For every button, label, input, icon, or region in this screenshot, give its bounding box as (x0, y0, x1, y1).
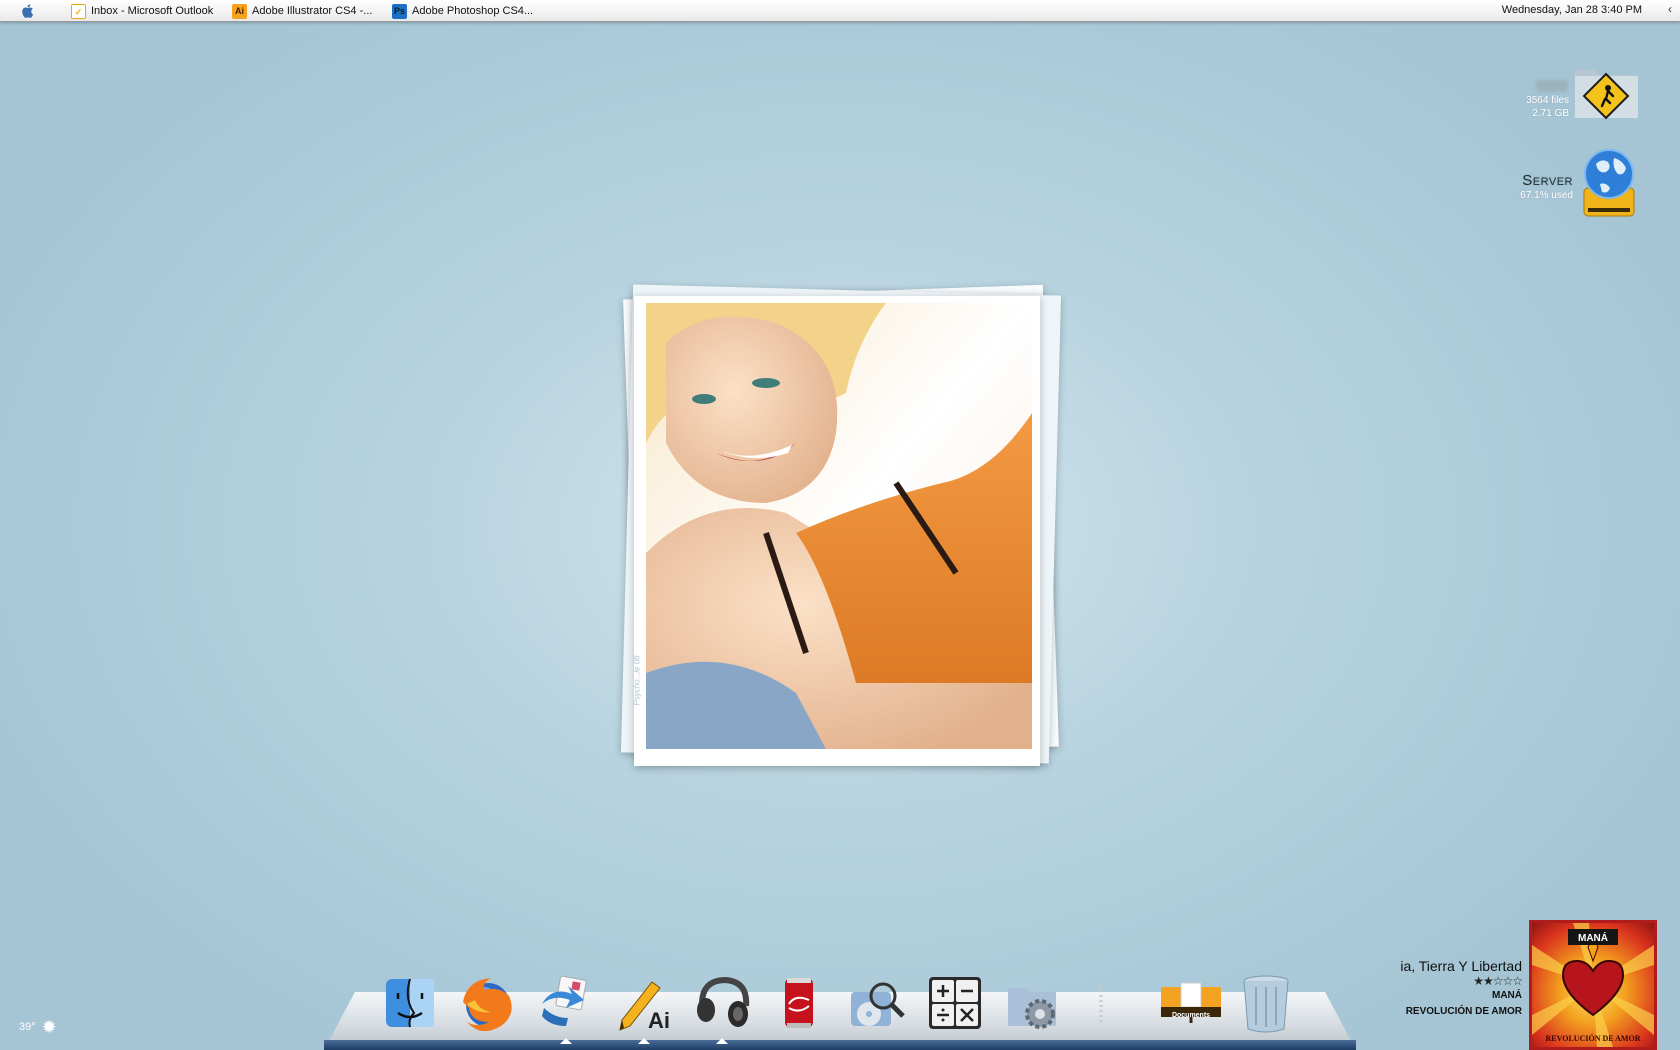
star-empty-icon: ☆☆☆ (1492, 974, 1523, 988)
drive-name-blurred (1536, 80, 1568, 92)
dock-item-finder[interactable] (380, 972, 440, 1034)
public-folder-icon[interactable] (1573, 60, 1641, 124)
portrait-image (646, 303, 1032, 749)
chevron-left-icon[interactable]: ‹ (1668, 2, 1672, 16)
server-usage: 67.1% used (1520, 190, 1573, 201)
coca-cola-can-icon (785, 978, 813, 1028)
documents-label: Documents (1171, 1012, 1211, 1019)
server-name: Server (1522, 172, 1573, 189)
taskbar-item-illustrator[interactable]: Ai Adobe Illustrator CS4 -... (232, 3, 372, 19)
sun-icon: ✹ (41, 1017, 57, 1037)
disk-search-icon (851, 982, 905, 1026)
server-info: Server 67.1% used (1520, 172, 1573, 202)
dock-base (324, 1040, 1356, 1050)
photoshop-icon: Ps (392, 3, 407, 19)
menubar-clock[interactable]: Wednesday, Jan 28 3:40 PM (1502, 4, 1642, 16)
mail-icon (542, 975, 587, 1026)
apple-logo-icon[interactable] (20, 3, 36, 19)
now-playing-album: REVOLUCIÓN DE AMOR (1405, 1006, 1522, 1017)
now-playing-artist: MANÁ (1492, 990, 1522, 1001)
taskbar-item-outlook[interactable]: ✓ Inbox - Microsoft Outlook (71, 3, 213, 19)
drive-size: 2.71 GB (1532, 108, 1569, 119)
now-playing-widget: ia, Tierra Y Libertad ★★☆☆☆ MANÁ REVOLUC… (1400, 958, 1523, 1020)
dock-separator-icon (1099, 985, 1103, 1023)
rating-stars[interactable]: ★★☆☆☆ (1400, 974, 1523, 988)
headphones-icon (697, 976, 750, 1027)
weather-temperature: 39° (19, 1021, 36, 1033)
album-art-subtitle: REVOLUCIÓN DE AMOR (1546, 1033, 1641, 1043)
illustrator-pencil-icon: Ai (619, 981, 670, 1032)
system-preferences-icon (1008, 988, 1056, 1029)
dock-item-trash[interactable] (1236, 972, 1296, 1034)
dock-item-firefox[interactable] (458, 972, 518, 1034)
dock-running-indicator (716, 1038, 728, 1044)
album-art-title: MANÁ (1578, 931, 1608, 944)
dock-item-calculator[interactable] (925, 972, 985, 1034)
dock-running-indicator (638, 1038, 650, 1044)
wallpaper-photo: Psycho...le 08 (632, 296, 1040, 766)
firefox-icon (463, 978, 512, 1032)
wallpaper-signature: Psycho...le 08 (632, 655, 642, 706)
taskbar-item-photoshop[interactable]: Ps Adobe Photoshop CS4... (392, 3, 533, 19)
dock-item-headphones[interactable] (691, 972, 751, 1034)
star-filled-icon: ★★ (1473, 974, 1493, 988)
finder-icon (386, 978, 434, 1028)
drive-file-count: 3564 files (1526, 95, 1569, 106)
dock-item-disk-utility[interactable] (847, 972, 907, 1034)
drive-info: 3564 files 2.71 GB (1526, 94, 1569, 120)
album-art[interactable]: MANÁ REVOLUCIÓN DE AMOR (1529, 920, 1657, 1050)
illustrator-icon: Ai (232, 3, 247, 19)
dock-item-mail[interactable] (535, 972, 595, 1034)
menu-bar: ✓ Inbox - Microsoft Outlook Ai Adobe Ill… (0, 0, 1680, 22)
dock-item-coca-cola[interactable] (769, 972, 829, 1034)
now-playing-song: ia, Tierra Y Libertad (1400, 958, 1522, 974)
dock-item-illustrator[interactable]: Ai (613, 972, 673, 1034)
dock-item-documents[interactable]: Documents (1158, 972, 1224, 1034)
calculator-icon (929, 977, 981, 1029)
dock-item-system-preferences[interactable] (1003, 972, 1063, 1034)
taskbar-item-label: Inbox - Microsoft Outlook (91, 5, 214, 17)
svg-text:Ai: Ai (648, 1008, 670, 1032)
trash-icon (1243, 975, 1289, 1033)
album-art-image: MANÁ REVOLUCIÓN DE AMOR (1532, 923, 1654, 1047)
dock-running-indicator (560, 1038, 572, 1044)
network-drive-icon[interactable] (1578, 144, 1640, 220)
dock-separator (1081, 972, 1121, 1034)
outlook-icon: ✓ (71, 3, 86, 19)
taskbar-item-label: Adobe Photoshop CS4... (412, 5, 534, 17)
weather-widget[interactable]: 39° ✹ (19, 1018, 57, 1036)
taskbar-item-label: Adobe Illustrator CS4 -... (252, 5, 373, 17)
